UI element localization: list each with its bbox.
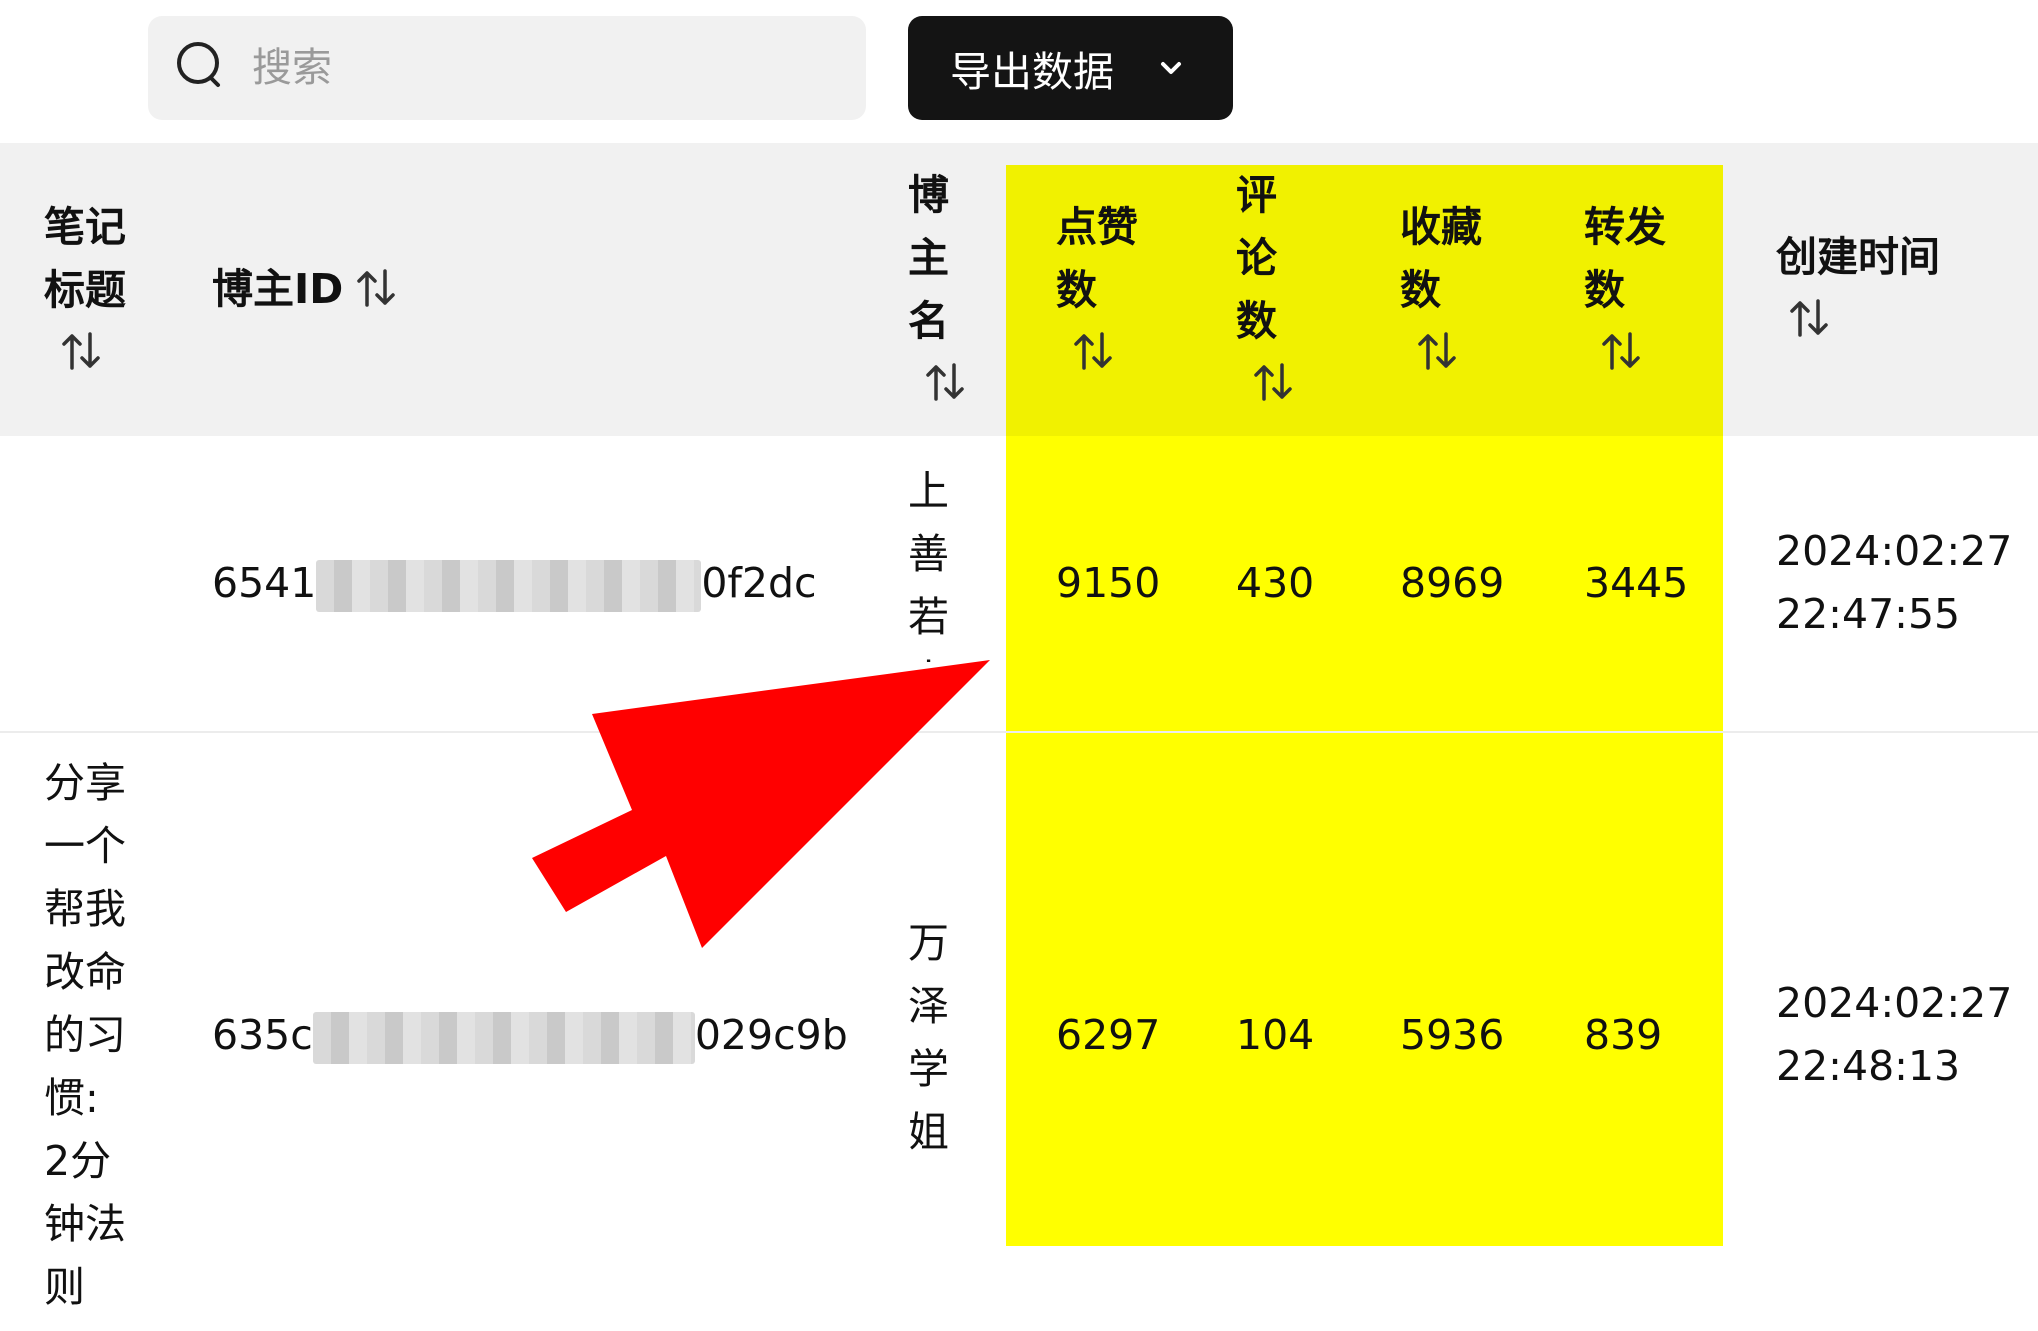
row2-created-date: 2024:02:27 bbox=[1776, 979, 2013, 1027]
row2-blogger-id-suffix: 029c9b bbox=[694, 1011, 848, 1059]
sort-icon[interactable] bbox=[1414, 328, 1460, 374]
row1-likes: 9150 bbox=[1056, 559, 1161, 607]
row2-note-title: 分享一个帮我改命的习惯: 2分钟法则 bbox=[44, 759, 126, 1311]
header-favorites-label: 收藏数 bbox=[1400, 203, 1482, 314]
row2-blogger-id: 635c 029c9b bbox=[212, 1004, 848, 1067]
row2-created-time: 2024:02:27 22:48:13 bbox=[1776, 972, 2012, 1098]
row1-created-clock: 22:47:55 bbox=[1776, 590, 1961, 638]
header-note-title[interactable]: 笔记标题 bbox=[44, 196, 134, 374]
redacted-block bbox=[316, 560, 702, 612]
export-data-button[interactable]: 导出数据 bbox=[908, 16, 1233, 120]
row1-blogger-name: 上善若水 bbox=[908, 467, 949, 662]
row2-blogger-id-prefix: 635c bbox=[212, 1011, 313, 1059]
header-shares[interactable]: 转发数 bbox=[1584, 196, 1674, 374]
row2-shares: 839 bbox=[1584, 1011, 1663, 1059]
search-icon bbox=[177, 42, 220, 87]
redacted-block bbox=[312, 1012, 695, 1064]
sort-icon[interactable] bbox=[1250, 359, 1296, 405]
header-blogger-id[interactable]: 博主ID bbox=[212, 258, 399, 321]
row1-shares: 3445 bbox=[1584, 559, 1689, 607]
sort-icon[interactable] bbox=[1598, 328, 1644, 374]
header-likes-label: 点赞数 bbox=[1056, 203, 1138, 314]
row2-created-clock: 22:48:13 bbox=[1776, 1042, 1961, 1090]
row1-comments: 430 bbox=[1236, 559, 1315, 607]
row1-blogger-id-suffix: 0f2dc bbox=[701, 559, 817, 607]
sort-icon[interactable] bbox=[1070, 328, 1116, 374]
header-note-title-label: 笔记标题 bbox=[44, 203, 126, 314]
export-data-label: 导出数据 bbox=[950, 48, 1114, 96]
row1-blogger-id: 6541 0f2dc bbox=[212, 552, 817, 615]
header-favorites[interactable]: 收藏数 bbox=[1400, 196, 1490, 374]
row1-blogger-id-prefix: 6541 bbox=[212, 559, 317, 607]
header-blogger-name[interactable]: 博主名 bbox=[908, 164, 968, 405]
row-divider bbox=[0, 731, 2038, 733]
row2-comments: 104 bbox=[1236, 1011, 1315, 1059]
header-comments-label: 评论数 bbox=[1236, 171, 1277, 345]
row2-likes: 6297 bbox=[1056, 1011, 1161, 1059]
row1-created-date: 2024:02:27 bbox=[1776, 527, 2013, 575]
header-likes[interactable]: 点赞数 bbox=[1056, 196, 1146, 374]
row1-created-time: 2024:02:27 22:47:55 bbox=[1776, 520, 2012, 646]
sort-icon[interactable] bbox=[1786, 295, 1832, 341]
header-blogger-name-label: 博主名 bbox=[908, 171, 949, 345]
annotation-arrow-icon bbox=[532, 660, 990, 948]
chevron-down-icon bbox=[1161, 62, 1181, 74]
header-shares-label: 转发数 bbox=[1584, 203, 1666, 314]
sort-icon[interactable] bbox=[58, 328, 104, 374]
row2-favorites: 5936 bbox=[1400, 1011, 1505, 1059]
header-blogger-id-label: 博主ID bbox=[212, 265, 344, 313]
sort-icon[interactable] bbox=[353, 265, 399, 311]
search-bar[interactable] bbox=[148, 16, 866, 120]
row1-favorites: 8969 bbox=[1400, 559, 1505, 607]
sort-icon[interactable] bbox=[922, 359, 968, 405]
header-created-time-label: 创建时间 bbox=[1776, 233, 1940, 281]
header-created-time[interactable]: 创建时间 bbox=[1776, 226, 1940, 341]
search-input[interactable] bbox=[250, 37, 814, 99]
header-comments[interactable]: 评论数 bbox=[1236, 164, 1296, 405]
